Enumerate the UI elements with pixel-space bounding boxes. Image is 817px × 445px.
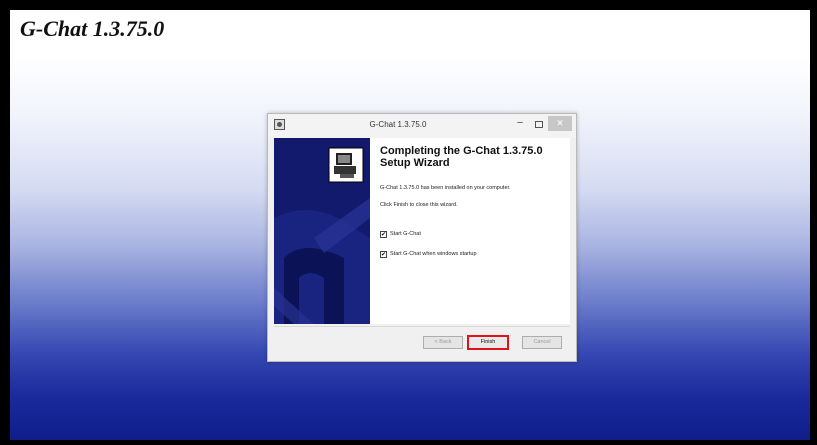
cancel-button[interactable]: Cancel xyxy=(522,336,562,349)
start-on-startup-label[interactable]: Start G-Chat when windows startup xyxy=(390,251,477,257)
minimize-button[interactable]: – xyxy=(512,117,528,131)
slide-title: G-Chat 1.3.75.0 xyxy=(20,16,165,41)
finish-hint: Click Finish to close this wizard. xyxy=(380,202,458,208)
installed-message: G-Chat 1.3.75.0 has been installed on yo… xyxy=(380,185,511,191)
screenshot-frame: G-Chat 1.3.75.0 G-Chat 1.3.75.0 – ✕ Comp… xyxy=(0,0,817,445)
window-titlebar[interactable]: G-Chat 1.3.75.0 – ✕ xyxy=(268,114,576,138)
slide-background: G-Chat 1.3.75.0 G-Chat 1.3.75.0 – ✕ Comp… xyxy=(10,10,810,440)
maximize-button[interactable] xyxy=(530,117,546,131)
wizard-heading: Completing the G-Chat 1.3.75.0 Setup Wiz… xyxy=(380,145,565,169)
wizard-heading-line1: Completing the G-Chat 1.3.75.0 xyxy=(380,145,543,157)
wizard-content-panel: Completing the G-Chat 1.3.75.0 Setup Wiz… xyxy=(370,138,570,324)
wizard-heading-line2: Setup Wizard xyxy=(380,157,450,169)
setup-wizard-dialog: G-Chat 1.3.75.0 – ✕ Completing the G-Cha… xyxy=(267,113,577,362)
close-button[interactable]: ✕ xyxy=(548,116,572,131)
wizard-banner-image xyxy=(274,138,370,324)
start-gchat-label[interactable]: Start G-Chat xyxy=(390,231,421,237)
finish-button[interactable]: Finish xyxy=(467,335,509,350)
back-button[interactable]: < Back xyxy=(423,336,463,349)
start-gchat-checkbox[interactable]: ✔ xyxy=(380,231,387,238)
banner-artwork xyxy=(274,138,370,324)
window-title: G-Chat 1.3.75.0 xyxy=(369,120,427,129)
start-on-startup-checkbox[interactable]: ✔ xyxy=(380,251,387,258)
footer-divider xyxy=(274,326,570,327)
